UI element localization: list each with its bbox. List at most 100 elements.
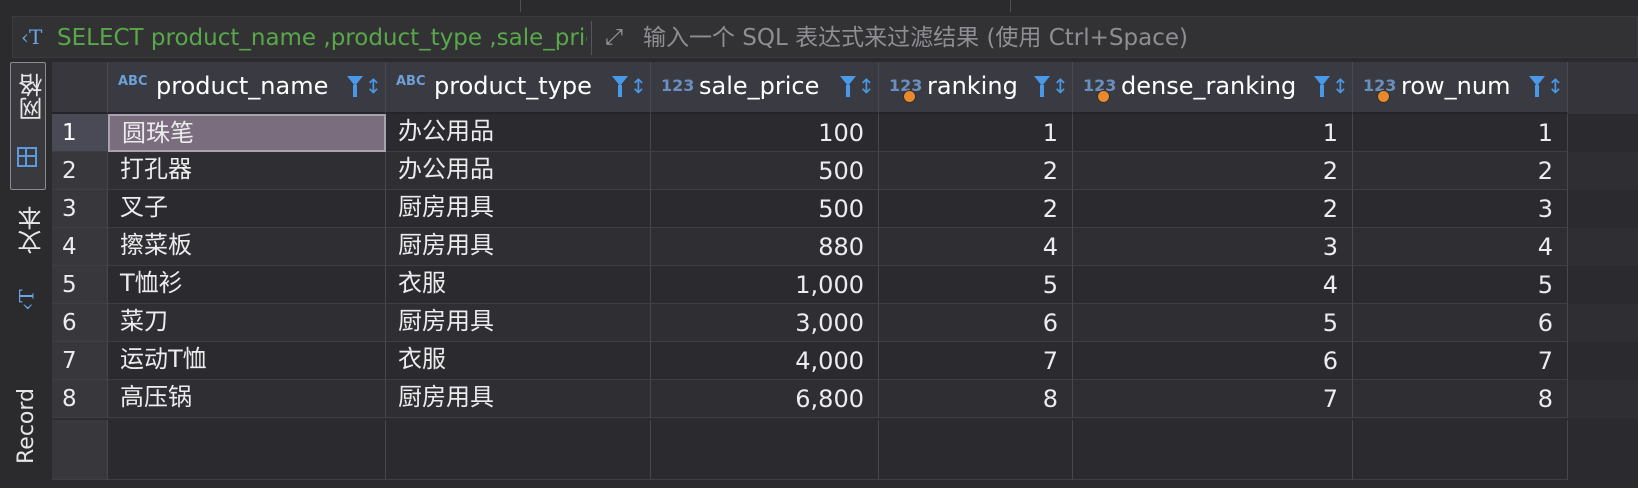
sql-text-icon: ‹T xyxy=(21,25,43,49)
cell-product-type[interactable]: 厨房用具 xyxy=(386,380,651,418)
cell-product-name[interactable]: 擦菜板 xyxy=(108,228,386,266)
cell-dense-ranking[interactable]: 2 xyxy=(1073,152,1353,190)
filter-sort-icon[interactable]: ↕ xyxy=(612,74,647,102)
expand-icon[interactable]: ⤢ xyxy=(597,21,631,55)
cell-product-type[interactable]: 厨房用具 xyxy=(386,190,651,228)
cell-dense-ranking[interactable]: 3 xyxy=(1073,228,1353,266)
table-row[interactable]: 5 T恤衫 衣服 1,000 5 4 5 xyxy=(52,266,1638,304)
sql-query-text[interactable]: SELECT product_name ,product_type ,sale_… xyxy=(57,23,587,53)
table-row[interactable]: 6 菜刀 厨房用具 3,000 6 5 6 xyxy=(52,304,1638,342)
cell-sale-price[interactable]: 6,800 xyxy=(651,380,879,418)
key-dot-icon xyxy=(1097,90,1110,103)
column-header-ranking[interactable]: 123 ranking ↕ xyxy=(879,62,1073,114)
row-number[interactable]: 8 xyxy=(52,380,108,418)
row-number[interactable]: 6 xyxy=(52,304,108,342)
cell-product-name[interactable]: 菜刀 xyxy=(108,304,386,342)
cell-row-num[interactable]: 7 xyxy=(1353,342,1568,380)
cell-ranking[interactable]: 2 xyxy=(879,190,1073,228)
column-header-label: row_num xyxy=(1401,72,1511,100)
column-header-product-type[interactable]: ABC product_type ↕ xyxy=(386,62,651,114)
column-header-sale-price[interactable]: 123 sale_price ↕ xyxy=(651,62,879,114)
row-number[interactable]: 5 xyxy=(52,266,108,304)
cell-product-type[interactable]: 办公用品 xyxy=(386,152,651,190)
column-header-label: sale_price xyxy=(699,72,820,100)
results-grid: ABC product_name ↕ ABC product_type ↕ 12… xyxy=(52,62,1638,480)
corner-cell[interactable] xyxy=(52,62,108,114)
filter-sort-icon[interactable]: ↕ xyxy=(1529,74,1564,102)
cell-row-num[interactable]: 5 xyxy=(1353,266,1568,304)
cell-product-name[interactable]: 运动T恤 xyxy=(108,342,386,380)
column-header-product-name[interactable]: ABC product_name ↕ xyxy=(108,62,386,114)
cell-sale-price[interactable]: 100 xyxy=(651,114,879,152)
cell-dense-ranking[interactable]: 4 xyxy=(1073,266,1353,304)
cell-row-num[interactable]: 6 xyxy=(1353,304,1568,342)
tab-grid[interactable]: 网格 xyxy=(10,62,47,190)
cell-ranking[interactable]: 8 xyxy=(879,380,1073,418)
cell-ranking[interactable]: 4 xyxy=(879,228,1073,266)
cell-row-num[interactable]: 8 xyxy=(1353,380,1568,418)
filter-sort-icon[interactable]: ↕ xyxy=(1314,74,1349,102)
cell-ranking[interactable]: 2 xyxy=(879,152,1073,190)
cell-ranking[interactable]: 7 xyxy=(879,342,1073,380)
column-header-row-num[interactable]: 123 row_num ↕ xyxy=(1353,62,1568,114)
cell-row-num[interactable]: 2 xyxy=(1353,152,1568,190)
table-row[interactable]: 3 叉子 厨房用具 500 2 2 3 xyxy=(52,190,1638,228)
row-number[interactable]: 3 xyxy=(52,190,108,228)
table-row[interactable]: 1 圆珠笔 办公用品 100 1 1 1 xyxy=(52,114,1638,152)
cell-sale-price[interactable]: 500 xyxy=(651,152,879,190)
cell-dense-ranking[interactable]: 5 xyxy=(1073,304,1353,342)
table-row[interactable]: 8 高压锅 厨房用具 6,800 8 7 8 xyxy=(52,380,1638,418)
filter-sort-icon[interactable]: ↕ xyxy=(840,74,875,102)
cell-product-type[interactable]: 办公用品 xyxy=(386,114,651,152)
row-number[interactable]: 7 xyxy=(52,342,108,380)
cell-product-type[interactable]: 衣服 xyxy=(386,342,651,380)
cell-sale-price[interactable]: 880 xyxy=(651,228,879,266)
tab-record-label: Record xyxy=(14,388,39,465)
filter-bar: ‹T SELECT product_name ,product_type ,sa… xyxy=(12,16,1638,58)
empty-cell xyxy=(651,420,879,480)
cell-product-type[interactable]: 厨房用具 xyxy=(386,304,651,342)
cell-dense-ranking[interactable]: 7 xyxy=(1073,380,1353,418)
table-row[interactable]: 2 打孔器 办公用品 500 2 2 2 xyxy=(52,152,1638,190)
filter-input[interactable] xyxy=(641,20,1635,56)
cell-dense-ranking[interactable]: 1 xyxy=(1073,114,1353,152)
cell-ranking[interactable]: 5 xyxy=(879,266,1073,304)
cell-product-name[interactable]: 打孔器 xyxy=(108,152,386,190)
header-row: ABC product_name ↕ ABC product_type ↕ 12… xyxy=(52,62,1638,114)
cell-sale-price[interactable]: 3,000 xyxy=(651,304,879,342)
column-type-badge: ABC xyxy=(118,74,148,89)
strip-divider xyxy=(1010,0,1011,12)
cell-sale-price[interactable]: 4,000 xyxy=(651,342,879,380)
tab-grid-label: 网格 xyxy=(19,73,47,121)
cell-row-num[interactable]: 1 xyxy=(1353,114,1568,152)
row-number[interactable]: 2 xyxy=(52,152,108,190)
row-number[interactable]: 4 xyxy=(52,228,108,266)
tab-text-label: 文本 xyxy=(18,206,46,254)
cell-product-name[interactable]: 叉子 xyxy=(108,190,386,228)
column-header-dense-ranking[interactable]: 123 dense_ranking ↕ xyxy=(1073,62,1353,114)
filter-sort-icon[interactable]: ↕ xyxy=(1034,74,1069,102)
filter-sort-icon[interactable]: ↕ xyxy=(347,74,382,102)
table-row[interactable]: 7 运动T恤 衣服 4,000 7 6 7 xyxy=(52,342,1638,380)
cell-ranking[interactable]: 6 xyxy=(879,304,1073,342)
cell-product-name[interactable]: T恤衫 xyxy=(108,266,386,304)
cell-dense-ranking[interactable]: 6 xyxy=(1073,342,1353,380)
tab-text[interactable]: 文本 ‹T xyxy=(12,206,46,356)
cell-sale-price[interactable]: 500 xyxy=(651,190,879,228)
tab-record[interactable]: Record xyxy=(14,388,44,488)
table-row[interactable]: 4 擦菜板 厨房用具 880 4 3 4 xyxy=(52,228,1638,266)
cell-product-type[interactable]: 厨房用具 xyxy=(386,228,651,266)
text-icon: ‹T xyxy=(14,289,39,311)
cell-ranking[interactable]: 1 xyxy=(879,114,1073,152)
key-dot-icon xyxy=(1377,90,1390,103)
cell-row-num[interactable]: 4 xyxy=(1353,228,1568,266)
empty-cell xyxy=(108,420,386,480)
cell-product-name[interactable]: 圆珠笔 xyxy=(108,114,386,152)
column-type-badge: 123 xyxy=(661,76,695,95)
cell-product-type[interactable]: 衣服 xyxy=(386,266,651,304)
cell-product-name[interactable]: 高压锅 xyxy=(108,380,386,418)
row-number[interactable]: 1 xyxy=(52,114,108,152)
cell-row-num[interactable]: 3 xyxy=(1353,190,1568,228)
cell-dense-ranking[interactable]: 2 xyxy=(1073,190,1353,228)
cell-sale-price[interactable]: 1,000 xyxy=(651,266,879,304)
